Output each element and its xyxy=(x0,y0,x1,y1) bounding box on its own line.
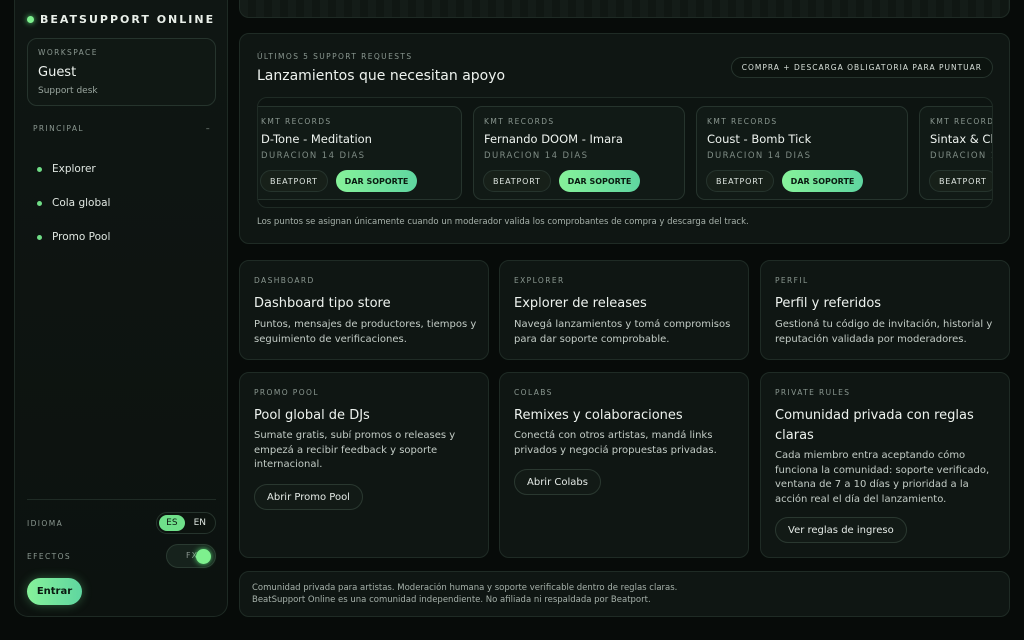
sidebar-item-label: Explorer xyxy=(52,163,96,175)
effects-row: EFECTOS FX xyxy=(27,544,216,568)
sidebar-item-cola-global[interactable]: Cola global xyxy=(37,186,110,220)
release-title: Fernando DOOM - Imara xyxy=(484,132,623,146)
bullet-icon xyxy=(37,200,42,206)
language-toggle: ES EN xyxy=(156,512,216,534)
card-kicker: PRIVATE RULES xyxy=(775,388,851,397)
card-promo-pool: PROMO POOL Pool global de DJs Sumate gra… xyxy=(239,372,489,558)
card-private-rules: PRIVATE RULES Comunidad privada con regl… xyxy=(760,372,1010,558)
release-card: KMT RECORDS Fernando DOOM - Imara DURACI… xyxy=(473,106,685,200)
releases-carousel[interactable]: KMT RECORDS D-Tone - Meditation DURACION… xyxy=(257,97,993,208)
footer-line-1: Comunidad privada para artistas. Moderac… xyxy=(252,583,678,593)
requirement-badge: COMPRA + DESCARGA OBLIGATORIA PARA PUNTU… xyxy=(730,57,993,78)
effects-label: EFECTOS xyxy=(27,551,72,561)
lang-option-en[interactable]: EN xyxy=(187,515,213,531)
card-description: Conectá con otros artistas, mandá links … xyxy=(514,430,717,456)
release-label: KMT RECORDS xyxy=(930,117,992,126)
release-title: D-Tone - Meditation xyxy=(261,132,372,146)
card-description: Cada miembro entra aceptando cómo funcio… xyxy=(775,450,990,505)
language-row: IDIOMA ES EN xyxy=(27,512,216,534)
card-title: Remixes y colaboraciones xyxy=(514,408,683,423)
beatport-button[interactable]: BEATPORT xyxy=(929,170,992,192)
toggle-knob xyxy=(196,549,211,564)
enter-button[interactable]: Entrar xyxy=(27,578,82,605)
support-button[interactable]: DAR SOPORTE xyxy=(781,170,864,192)
panel-kicker: ÚLTIMOS 5 SUPPORT REQUESTS xyxy=(257,52,413,61)
sidebar-item-label: Cola global xyxy=(52,197,111,209)
bullet-icon xyxy=(37,166,42,172)
top-waveform-strip xyxy=(239,0,1010,18)
card-dashboard[interactable]: DASHBOARD Dashboard tipo store Puntos, m… xyxy=(239,260,489,360)
card-title: Pool global de DJs xyxy=(254,408,370,423)
footer: Comunidad privada para artistas. Moderac… xyxy=(239,571,1010,617)
release-duration: DURACION 14 DIAS xyxy=(484,151,589,161)
beatport-button[interactable]: BEATPORT xyxy=(483,170,551,192)
support-button[interactable]: DAR SOPORTE xyxy=(558,170,641,192)
panel-title: Lanzamientos que necesitan apoyo xyxy=(257,68,506,84)
language-label: IDIOMA xyxy=(27,518,64,528)
card-kicker: COLABS xyxy=(514,388,553,397)
status-dot-icon xyxy=(27,16,34,23)
card-explorer[interactable]: EXPLORER Explorer de releases Navegá lan… xyxy=(499,260,749,360)
card-title: Perfil y referidos xyxy=(775,296,882,311)
bullet-icon xyxy=(37,234,42,240)
workspace-label: WORKSPACE xyxy=(38,48,98,57)
workspace-card[interactable]: WORKSPACE Guest Support desk xyxy=(27,38,216,106)
sidebar-item-promo-pool[interactable]: Promo Pool xyxy=(37,220,110,254)
card-description: Navegá lanzamientos y tomá compromisos p… xyxy=(514,319,731,345)
brand-name: BEATSUPPORT ONLINE xyxy=(40,13,216,26)
open-colabs-button[interactable]: Abrir Colabs xyxy=(514,469,601,495)
release-card: KMT RECORDS Sintax & Ch DURACION 14 BEAT… xyxy=(919,106,993,200)
beatport-button[interactable]: BEATPORT xyxy=(706,170,774,192)
card-colabs: COLABS Remixes y colaboraciones Conectá … xyxy=(499,372,749,558)
card-description: Sumate gratis, subí promos o releases y … xyxy=(254,430,456,470)
card-perfil[interactable]: PERFIL Perfil y referidos Gestioná tu có… xyxy=(760,260,1010,360)
release-card: KMT RECORDS Coust - Bomb Tick DURACION 1… xyxy=(696,106,908,200)
release-card: KMT RECORDS D-Tone - Meditation DURACION… xyxy=(258,106,462,200)
lang-option-es[interactable]: ES xyxy=(159,515,185,531)
divider xyxy=(27,499,216,500)
sidebar-item-explorer[interactable]: Explorer xyxy=(37,152,110,186)
sidebar-item-label: Promo Pool xyxy=(52,231,111,243)
release-title: Sintax & Ch xyxy=(930,132,993,146)
sidebar-nav: Explorer Cola global Promo Pool xyxy=(37,152,110,254)
card-kicker: DASHBOARD xyxy=(254,276,315,285)
card-kicker: PROMO POOL xyxy=(254,388,319,397)
effects-toggle[interactable]: FX xyxy=(166,544,216,568)
card-kicker: PERFIL xyxy=(775,276,809,285)
release-label: KMT RECORDS xyxy=(261,117,332,126)
footer-line-2: BeatSupport Online es una comunidad inde… xyxy=(252,595,651,605)
card-title: Dashboard tipo store xyxy=(254,296,391,311)
release-label: KMT RECORDS xyxy=(707,117,778,126)
brand: BEATSUPPORT ONLINE xyxy=(27,13,215,26)
section-label: PRINCIPAL xyxy=(33,124,84,133)
points-note: Los puntos se asignan únicamente cuando … xyxy=(257,217,749,227)
release-duration: DURACION 14 DIAS xyxy=(261,151,366,161)
release-duration: DURACION 14 xyxy=(930,151,992,161)
workspace-name: Guest xyxy=(38,65,77,80)
entry-rules-button[interactable]: Ver reglas de ingreso xyxy=(775,517,907,543)
section-principal: PRINCIPAL – xyxy=(33,124,211,133)
card-description: Gestioná tu código de invitación, histor… xyxy=(775,319,993,345)
support-button[interactable]: DAR SOPORTE xyxy=(335,170,418,192)
release-duration: DURACION 14 DIAS xyxy=(707,151,812,161)
card-kicker: EXPLORER xyxy=(514,276,565,285)
card-title: Comunidad privada con reglas claras xyxy=(775,408,974,443)
sidebar: BEATSUPPORT ONLINE WORKSPACE Guest Suppo… xyxy=(14,0,228,617)
beatport-button[interactable]: BEATPORT xyxy=(260,170,328,192)
card-title: Explorer de releases xyxy=(514,296,647,311)
support-requests-panel: ÚLTIMOS 5 SUPPORT REQUESTS Lanzamientos … xyxy=(239,33,1010,244)
release-label: KMT RECORDS xyxy=(484,117,555,126)
collapse-icon[interactable]: – xyxy=(206,124,211,133)
card-description: Puntos, mensajes de productores, tiempos… xyxy=(254,319,477,345)
workspace-sub: Support desk xyxy=(38,86,98,96)
open-promo-pool-button[interactable]: Abrir Promo Pool xyxy=(254,484,363,510)
release-title: Coust - Bomb Tick xyxy=(707,132,812,146)
